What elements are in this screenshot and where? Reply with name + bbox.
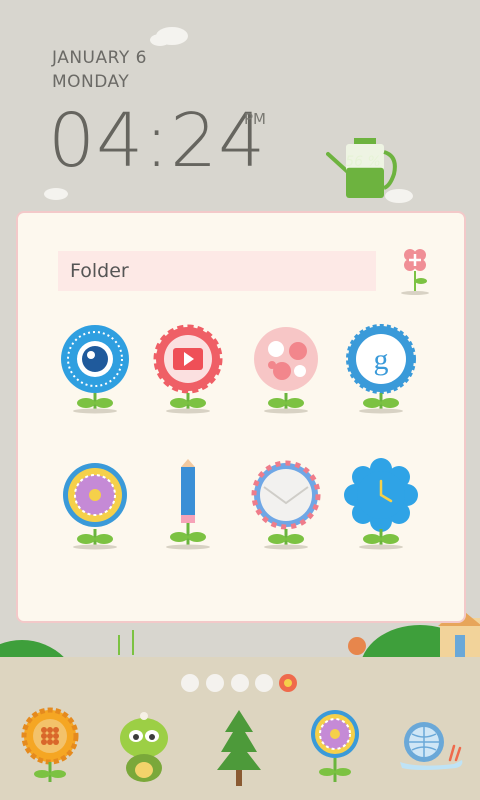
app-notes[interactable] xyxy=(148,457,228,557)
page-dot-4 xyxy=(255,674,273,692)
dock-contacts[interactable] xyxy=(112,706,176,790)
app-youtube[interactable] xyxy=(148,321,228,421)
pencil-flower-icon xyxy=(166,459,210,550)
app-email[interactable] xyxy=(246,457,326,557)
dock-apps[interactable] xyxy=(303,706,367,790)
app-gallery[interactable] xyxy=(246,321,326,421)
dialer-sunflower-icon xyxy=(21,707,79,782)
add-app-icon[interactable] xyxy=(398,245,432,295)
app-folder: Folder g xyxy=(16,211,466,623)
dock-tree[interactable] xyxy=(207,706,271,790)
email-flower-icon xyxy=(251,460,321,550)
turtle-contacts-icon xyxy=(120,712,168,782)
dock-phone[interactable] xyxy=(18,706,82,790)
page-dot-3 xyxy=(231,674,249,692)
app-clock[interactable] xyxy=(341,457,421,557)
page-dot-2 xyxy=(206,674,224,692)
clock-ampm: PM xyxy=(244,110,266,128)
clock-flower-icon xyxy=(344,458,418,550)
battery-label: 56 % xyxy=(345,154,381,170)
clock-time[interactable]: 04:24 xyxy=(48,98,266,184)
flower-apps-icon xyxy=(311,710,359,782)
folder-name-field[interactable]: Folder xyxy=(58,251,376,291)
dock-browser[interactable] xyxy=(398,706,468,790)
app-messaging[interactable] xyxy=(55,457,135,557)
date-widget[interactable]: JANUARY 6 MONDAY xyxy=(52,46,147,94)
svg-text:g: g xyxy=(374,343,389,376)
youtube-flower-icon xyxy=(153,324,223,414)
google-flower-icon: g xyxy=(346,324,416,414)
app-google[interactable]: g xyxy=(341,321,421,421)
camera-flower-icon xyxy=(61,325,129,414)
gallery-flower-icon xyxy=(254,327,318,414)
date-label: JANUARY 6 xyxy=(52,48,147,68)
snail-browser-icon xyxy=(400,722,463,770)
page-indicator[interactable] xyxy=(178,672,302,694)
tree-icon xyxy=(217,710,261,786)
page-dot-1 xyxy=(181,674,199,692)
messaging-flower-icon xyxy=(63,463,127,550)
app-camera[interactable] xyxy=(55,321,135,421)
day-label: MONDAY xyxy=(52,72,130,92)
